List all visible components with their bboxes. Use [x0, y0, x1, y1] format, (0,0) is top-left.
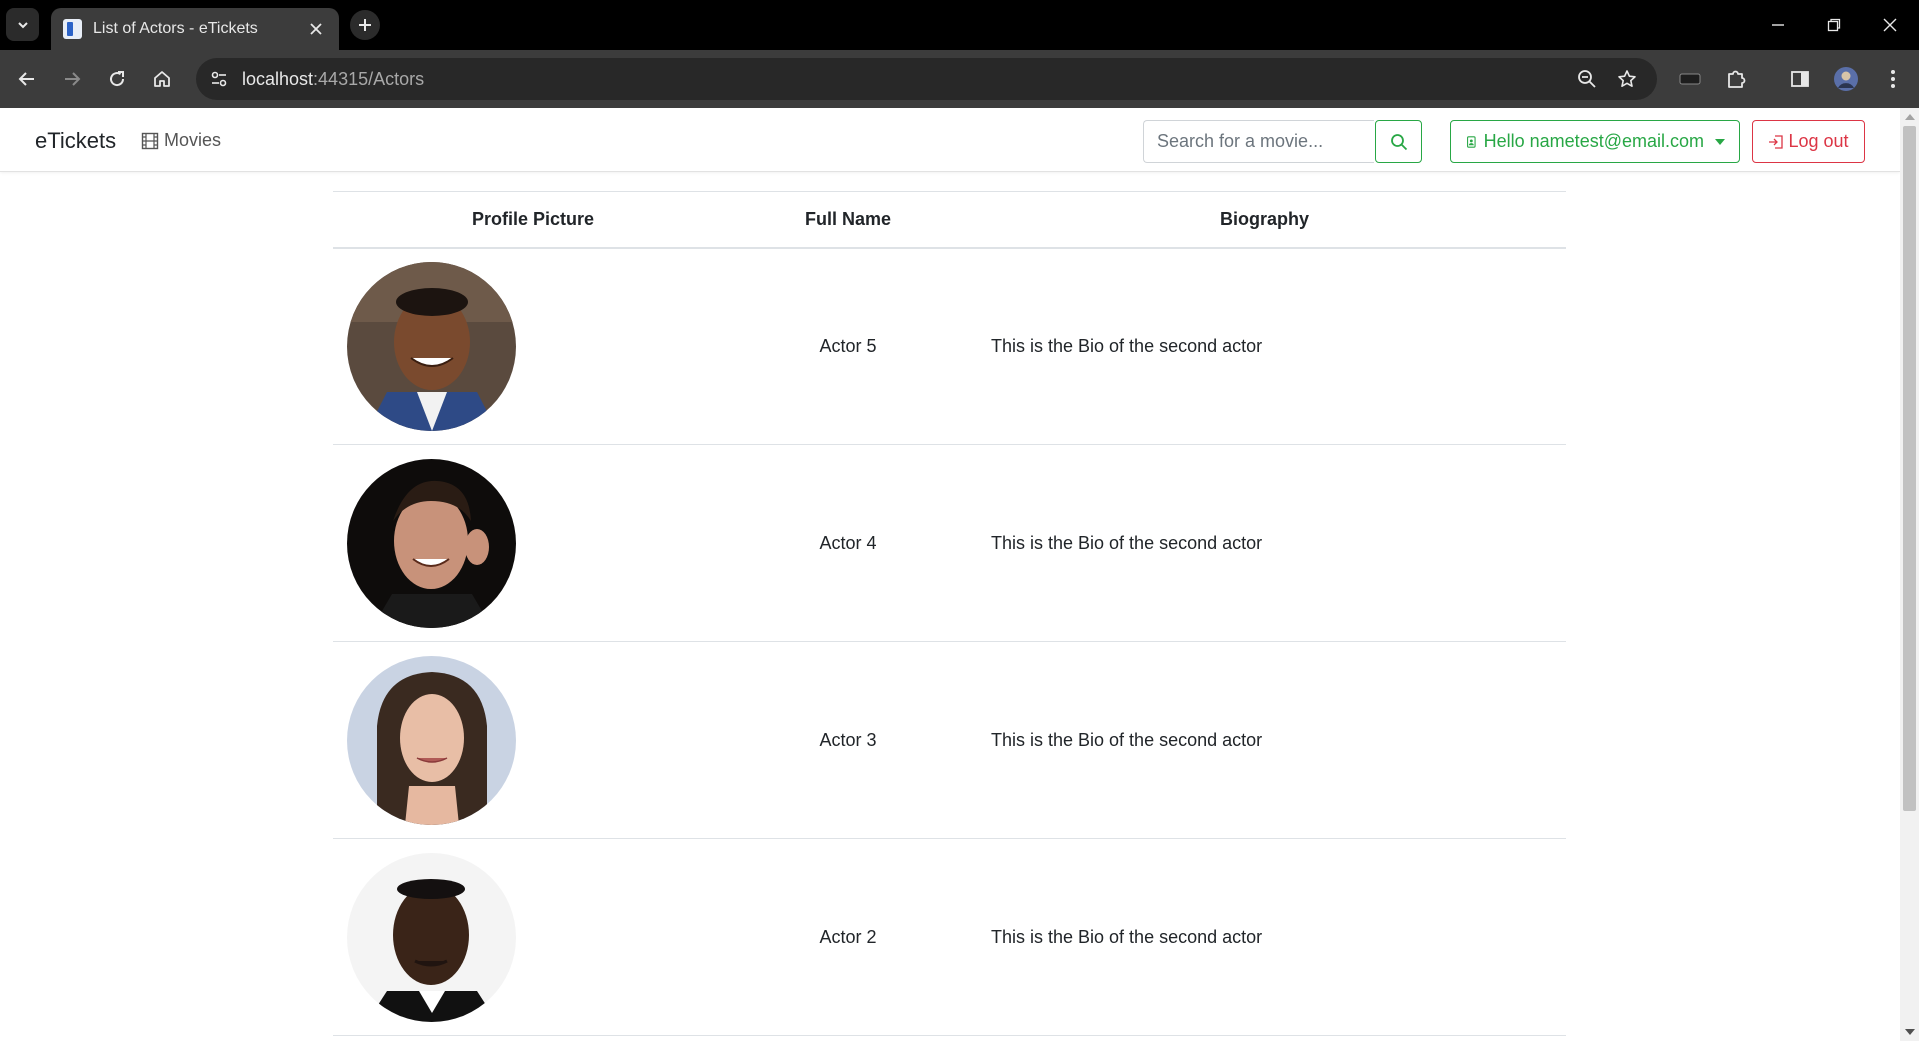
actor-name: Actor 5: [733, 247, 963, 445]
keyboard-icon: [1679, 73, 1701, 85]
more-vertical-icon: [1891, 70, 1895, 88]
search-input[interactable]: [1143, 120, 1374, 163]
plus-icon: [359, 19, 371, 31]
actor-name: Actor 3: [733, 641, 963, 839]
actor-photo-icon: [347, 852, 516, 1022]
extensions-button[interactable]: [1718, 61, 1754, 97]
zoom-button[interactable]: [1574, 66, 1600, 92]
table-header-row: Profile Picture Full Name Biography: [333, 191, 1566, 249]
window-restore-button[interactable]: [1817, 8, 1851, 42]
actor-photo-icon: [347, 655, 516, 825]
back-button[interactable]: [9, 61, 45, 97]
arrow-left-icon: [18, 72, 34, 86]
user-greeting: Hello nametest@email.com: [1483, 131, 1704, 151]
close-icon: [310, 23, 322, 35]
search-icon: [1390, 133, 1407, 150]
actor-name: Actor 4: [733, 444, 963, 642]
table-row: Actor 5 This is the Bio of the second ac…: [333, 247, 1566, 445]
arrow-right-icon: [65, 72, 81, 86]
film-icon: [141, 132, 159, 149]
actor-photo-icon: [347, 458, 516, 628]
bookmark-button[interactable]: [1614, 66, 1640, 92]
table-row: Actor 2 This is the Bio of the second ac…: [333, 838, 1566, 1036]
nav-movies-label: Movies: [164, 130, 222, 150]
page-viewport: eTickets Movies Hello nametest@email.com…: [0, 108, 1919, 1041]
scroll-thumb[interactable]: [1903, 126, 1916, 811]
profile-picture-cell: [333, 247, 733, 445]
close-icon: [1883, 18, 1897, 32]
brand-link[interactable]: eTickets: [35, 128, 116, 154]
header-biography: Biography: [963, 191, 1566, 249]
chevron-down-icon: [17, 21, 28, 28]
forward-button[interactable]: [54, 61, 90, 97]
tab-search-button[interactable]: [6, 8, 39, 41]
profile-picture-cell: [333, 838, 733, 1036]
browser-tab-strip: List of Actors - eTickets: [0, 0, 1919, 50]
site-navbar: eTickets Movies Hello nametest@email.com…: [0, 108, 1900, 172]
restore-icon: [1827, 18, 1841, 32]
tab-title: List of Actors - eTickets: [93, 20, 258, 37]
puzzle-icon: [1728, 70, 1746, 88]
window-close-button[interactable]: [1873, 8, 1907, 42]
zoom-out-icon: [1578, 70, 1596, 88]
side-panel-icon: [1791, 71, 1809, 87]
actor-bio: This is the Bio of the second actor: [963, 641, 1566, 839]
actor-bio: This is the Bio of the second actor: [963, 444, 1566, 642]
header-profile-picture: Profile Picture: [333, 191, 733, 249]
nav-movies-link[interactable]: Movies: [141, 130, 221, 151]
scroll-up-arrow-icon[interactable]: [1905, 114, 1915, 120]
profile-picture-cell: [333, 444, 733, 642]
new-tab-button[interactable]: [350, 10, 380, 40]
url-text: localhost:44315/Actors: [242, 69, 424, 90]
profile-picture-cell: [333, 641, 733, 839]
logout-label: Log out: [1788, 131, 1849, 151]
browser-tab-active[interactable]: List of Actors - eTickets: [51, 8, 339, 50]
actor-name: Actor 2: [733, 838, 963, 1036]
user-dropdown-button[interactable]: Hello nametest@email.com: [1450, 120, 1740, 163]
profile-button[interactable]: [1828, 61, 1864, 97]
url-host: localhost: [242, 69, 314, 89]
star-icon: [1618, 70, 1636, 87]
actor-bio: This is the Bio of the second actor: [963, 838, 1566, 1036]
header-full-name: Full Name: [733, 191, 963, 249]
home-icon: [154, 71, 170, 87]
vertical-scrollbar[interactable]: [1900, 108, 1919, 1041]
tune-icon: [211, 71, 227, 87]
table-row: Actor 4 This is the Bio of the second ac…: [333, 444, 1566, 642]
actor-bio: This is the Bio of the second actor: [963, 247, 1566, 445]
minimize-icon: [1772, 24, 1784, 26]
browser-menu-button[interactable]: [1875, 61, 1911, 97]
reload-button[interactable]: [99, 61, 135, 97]
browser-toolbar: localhost:44315/Actors: [0, 50, 1919, 108]
logout-icon: [1769, 134, 1784, 149]
tab-close-button[interactable]: [305, 18, 327, 40]
search-button[interactable]: [1375, 120, 1422, 163]
keyboard-extension-button[interactable]: [1672, 61, 1708, 97]
page-favicon-icon: [63, 19, 82, 39]
home-button[interactable]: [144, 61, 180, 97]
actors-table: Profile Picture Full Name Biography Acto…: [333, 191, 1566, 1036]
window-minimize-button[interactable]: [1761, 8, 1795, 42]
reload-icon: [110, 71, 125, 87]
actor-photo-icon: [347, 261, 516, 431]
url-path: :44315/Actors: [313, 69, 425, 89]
table-row: Actor 3 This is the Bio of the second ac…: [333, 641, 1566, 839]
person-badge-icon: [1467, 135, 1476, 148]
side-panel-button[interactable]: [1782, 61, 1818, 97]
site-info-button[interactable]: [206, 66, 232, 92]
profile-avatar-icon: [1834, 67, 1858, 91]
caret-down-icon: [1715, 138, 1725, 145]
address-bar[interactable]: localhost:44315/Actors: [196, 58, 1657, 100]
logout-button[interactable]: Log out: [1752, 120, 1865, 163]
scroll-down-arrow-icon[interactable]: [1905, 1029, 1915, 1035]
